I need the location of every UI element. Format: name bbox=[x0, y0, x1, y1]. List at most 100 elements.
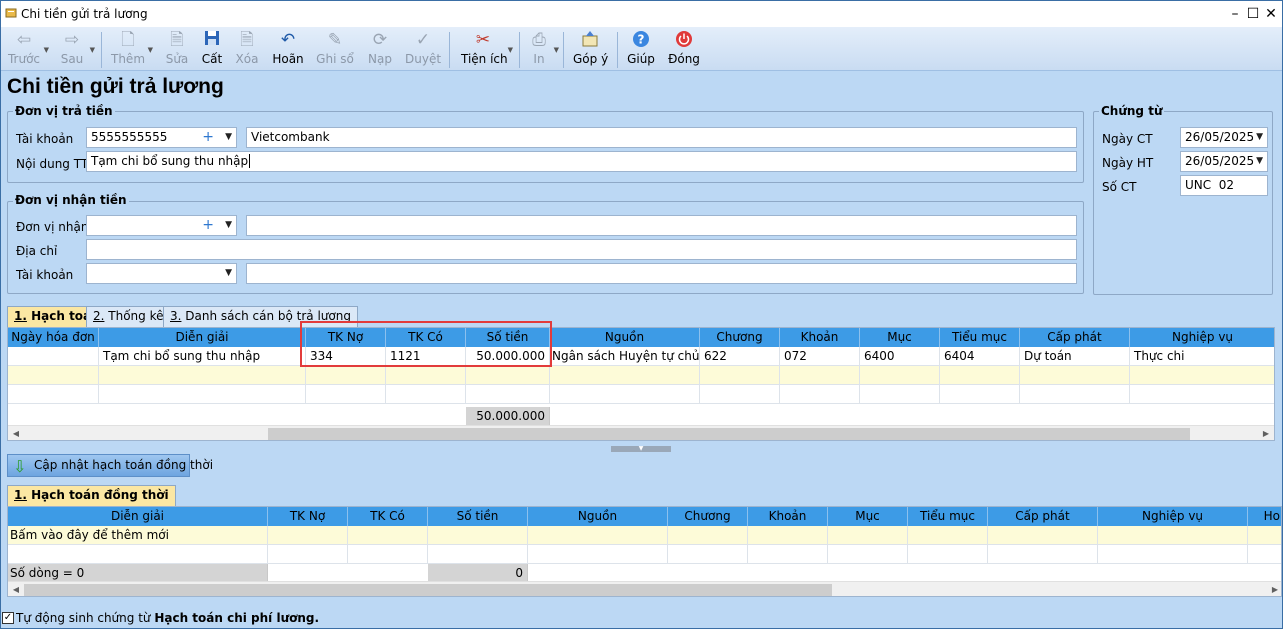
receiver-name-field[interactable] bbox=[246, 215, 1077, 236]
panel-splitter[interactable]: ▼ bbox=[611, 446, 671, 452]
arrow-left-icon: ⇦ bbox=[16, 30, 32, 50]
post-button[interactable]: ✎ Ghi sổ bbox=[315, 30, 355, 70]
table-cell[interactable]: Thực chi bbox=[1130, 347, 1274, 366]
auto-generate-checkbox[interactable]: ✓ bbox=[2, 612, 14, 624]
horizontal-scrollbar[interactable]: ◀ ▶ bbox=[8, 581, 1281, 596]
add-new-row[interactable]: Bấm vào đây để thêm mới bbox=[8, 526, 1281, 545]
chevron-down-icon[interactable]: ▼ bbox=[225, 216, 232, 235]
minimize-icon[interactable]: – bbox=[1227, 6, 1243, 22]
maximize-icon[interactable]: ☐ bbox=[1245, 6, 1261, 22]
chevron-down-icon: ▼ bbox=[89, 46, 95, 54]
scroll-right-icon[interactable]: ▶ bbox=[1258, 426, 1274, 440]
table-cell[interactable]: Ngân sách Huyện tự chủ bbox=[550, 347, 700, 366]
grid-total-row: 50.000.000 bbox=[8, 407, 1274, 426]
payer-account-combo[interactable]: 5555555555 + ▼ bbox=[86, 127, 237, 148]
column-header[interactable]: Nguồn bbox=[528, 507, 668, 526]
chevron-down-icon[interactable]: ▼ bbox=[1256, 128, 1263, 147]
column-header[interactable]: Nghiệp vụ bbox=[1130, 328, 1274, 347]
column-header[interactable]: Ho bbox=[1248, 507, 1281, 526]
column-header[interactable]: Mục bbox=[860, 328, 940, 347]
receiver-address-field[interactable] bbox=[86, 239, 1077, 260]
column-header[interactable]: Khoản bbox=[780, 328, 860, 347]
table-cell[interactable]: 6404 bbox=[940, 347, 1020, 366]
scroll-thumb[interactable] bbox=[24, 584, 832, 596]
table-cell[interactable]: 622 bbox=[700, 347, 780, 366]
table-row[interactable]: Tạm chi bổ sung thu nhập 334 1121 50.000… bbox=[8, 347, 1274, 366]
feedback-button[interactable]: Góp ý bbox=[573, 30, 608, 70]
table-cell[interactable]: Dự toán bbox=[1020, 347, 1130, 366]
table-cell[interactable] bbox=[8, 347, 99, 366]
save-button[interactable]: Cất bbox=[199, 30, 225, 70]
voucher-number-field[interactable]: UNC 02 bbox=[1180, 175, 1268, 196]
delete-button[interactable]: 🗎 Xóa bbox=[233, 30, 261, 70]
column-header[interactable]: Khoản bbox=[748, 507, 828, 526]
receiver-bank-field[interactable] bbox=[246, 263, 1077, 284]
toolbar-separator bbox=[519, 32, 520, 68]
table-cell[interactable]: 6400 bbox=[860, 347, 940, 366]
chevron-down-icon[interactable]: ▼ bbox=[1256, 152, 1263, 171]
table-cell[interactable]: Tạm chi bổ sung thu nhập bbox=[99, 347, 306, 366]
utilities-button[interactable]: ✂ Tiện ích ▼ bbox=[461, 30, 513, 70]
tab-concurrent-accounting[interactable]: 1. Hạch toán đồng thời bbox=[7, 485, 176, 506]
edit-button[interactable]: 🗎 Sửa bbox=[163, 30, 191, 70]
scroll-left-icon[interactable]: ◀ bbox=[8, 426, 24, 440]
column-header[interactable]: Tiểu mục bbox=[940, 328, 1020, 347]
toolbar-separator bbox=[449, 32, 450, 68]
receiver-unit-label: Đơn vị nhận bbox=[16, 220, 89, 234]
column-header[interactable]: TK Có bbox=[348, 507, 428, 526]
toolbar: ⇦ Trước ▼ ⇨ Sau ▼ 🗋 Thêm ▼ 🗎 Sửa Cất 🗎 X… bbox=[1, 27, 1282, 71]
horizontal-scrollbar[interactable]: ◀ ▶ bbox=[8, 425, 1274, 440]
column-header[interactable]: Ngày hóa đơn bbox=[8, 328, 99, 347]
voucher-number-label: Số CT bbox=[1102, 180, 1137, 194]
column-header[interactable]: Nguồn bbox=[550, 328, 700, 347]
add-button[interactable]: 🗋 Thêm ▼ bbox=[111, 30, 153, 70]
column-header[interactable]: Cấp phát bbox=[1020, 328, 1130, 347]
column-header[interactable]: Nghiệp vụ bbox=[1098, 507, 1248, 526]
date-ht-picker[interactable]: 26/05/2025 ▼ bbox=[1180, 151, 1268, 172]
date-ct-label: Ngày CT bbox=[1102, 132, 1153, 146]
scroll-right-icon[interactable]: ▶ bbox=[1267, 582, 1281, 596]
column-header[interactable]: Chương bbox=[700, 328, 780, 347]
tools-icon: ✂ bbox=[475, 30, 491, 50]
page-title: Chi tiền gửi trả lương bbox=[7, 75, 224, 98]
column-header[interactable]: Chương bbox=[668, 507, 748, 526]
tab-statistics[interactable]: 2. Thống kê bbox=[86, 306, 171, 327]
print-button[interactable]: ⎙ In ▼ bbox=[527, 30, 559, 70]
column-header[interactable]: Số tiền bbox=[428, 507, 528, 526]
receiver-unit-combo[interactable]: + ▼ bbox=[86, 215, 237, 236]
update-concurrent-accounting-button[interactable]: ⇩ Cập nhật hạch toán đồng thời bbox=[7, 454, 213, 477]
column-header[interactable]: Diễn giải bbox=[99, 328, 306, 347]
postpone-button[interactable]: ↶ Hoãn bbox=[271, 30, 305, 70]
receiver-account-combo[interactable]: ▼ bbox=[86, 263, 237, 284]
chevron-down-icon[interactable]: ▼ bbox=[225, 264, 232, 283]
scroll-left-icon[interactable]: ◀ bbox=[8, 582, 24, 596]
highlight-box bbox=[300, 321, 552, 367]
approve-button[interactable]: ✓ Duyệt bbox=[405, 30, 441, 70]
table-row-new[interactable] bbox=[8, 366, 1274, 385]
column-header[interactable]: Diễn giải bbox=[8, 507, 268, 526]
column-header[interactable]: Mục bbox=[828, 507, 908, 526]
table-cell[interactable]: 072 bbox=[780, 347, 860, 366]
close-button[interactable]: Đóng bbox=[667, 30, 701, 70]
chevron-down-icon[interactable]: ▼ bbox=[225, 128, 232, 147]
plus-icon[interactable]: + bbox=[202, 216, 214, 235]
column-header[interactable]: Cấp phát bbox=[988, 507, 1098, 526]
column-header[interactable]: TK Nợ bbox=[268, 507, 348, 526]
scroll-thumb[interactable] bbox=[268, 428, 1190, 440]
help-button[interactable]: ? Giúp bbox=[627, 30, 655, 70]
plus-icon[interactable]: + bbox=[202, 128, 214, 147]
next-button[interactable]: ⇨ Sau ▼ bbox=[57, 30, 95, 70]
back-button[interactable]: ⇦ Trước ▼ bbox=[7, 30, 49, 70]
receiver-account-label: Tài khoản bbox=[16, 268, 74, 282]
add-new-row-text[interactable]: Bấm vào đây để thêm mới bbox=[8, 526, 268, 545]
svg-text:?: ? bbox=[638, 33, 645, 47]
reload-button[interactable]: ⟳ Nạp bbox=[365, 30, 395, 70]
close-icon[interactable]: ✕ bbox=[1263, 6, 1279, 22]
receiver-group-title: Đơn vị nhận tiền bbox=[13, 193, 129, 207]
date-ct-picker[interactable]: 26/05/2025 ▼ bbox=[1180, 127, 1268, 148]
payment-content-field[interactable]: Tạm chi bổ sung thu nhập​ bbox=[86, 151, 1077, 172]
column-header[interactable]: Tiểu mục bbox=[908, 507, 988, 526]
bank-name-field[interactable]: Vietcombank bbox=[246, 127, 1077, 148]
help-icon: ? bbox=[631, 30, 651, 50]
power-icon bbox=[674, 30, 694, 50]
